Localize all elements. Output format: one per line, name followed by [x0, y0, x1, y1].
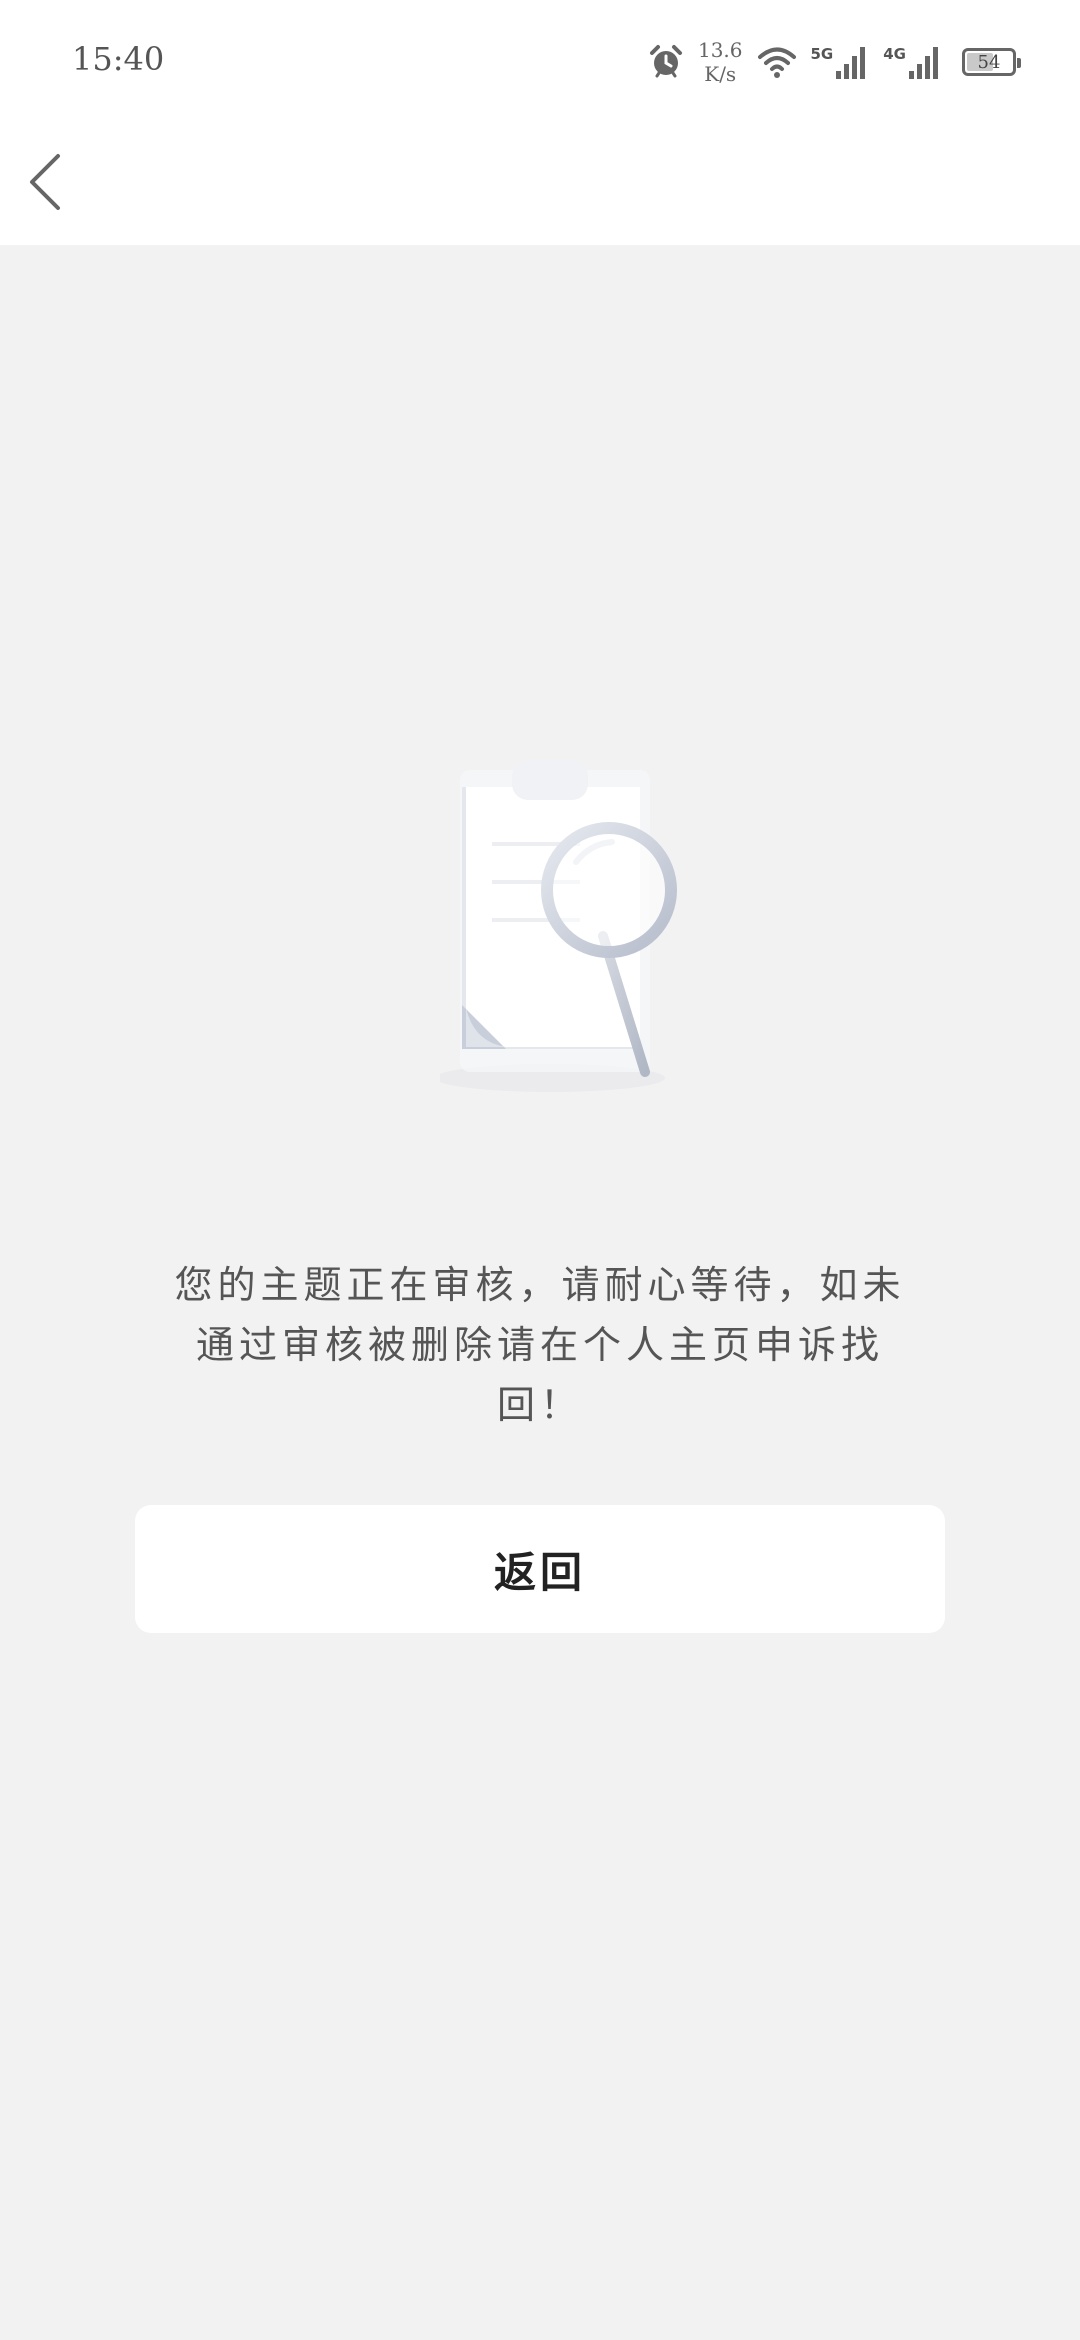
battery-level: 54 — [977, 51, 1001, 73]
document-search-icon — [440, 760, 677, 1092]
wifi-icon — [757, 47, 796, 78]
status-icons: 13.6 K/s 5G 4G 54 — [648, 32, 1021, 92]
signal-bars-icon — [909, 47, 938, 79]
navigation-bar — [0, 120, 1080, 245]
signal-4g: 4G — [883, 45, 942, 79]
network-speed-value: 13.6 — [697, 38, 743, 62]
review-status-message: 您的主题正在审核，请耐心等待，如未通过审核被删除请在个人主页申诉找回！ — [174, 1263, 906, 1427]
signal-5g-label: 5G — [810, 45, 834, 63]
battery-icon: 54 — [962, 48, 1021, 76]
network-speed-unit: K/s — [704, 62, 737, 86]
network-speed: 13.6 K/s — [698, 38, 743, 86]
signal-4g-label: 4G — [883, 45, 906, 63]
alarm-clock-icon — [649, 45, 682, 78]
status-bar: 15:40 13.6 K/s 5G 4G 54 — [0, 0, 1080, 120]
chevron-left-icon[interactable] — [22, 142, 72, 222]
status-time: 15:40 — [72, 40, 165, 78]
return-button[interactable]: 返回 — [135, 1505, 945, 1633]
signal-5g: 5G — [811, 45, 870, 79]
signal-bars-icon — [836, 47, 866, 79]
